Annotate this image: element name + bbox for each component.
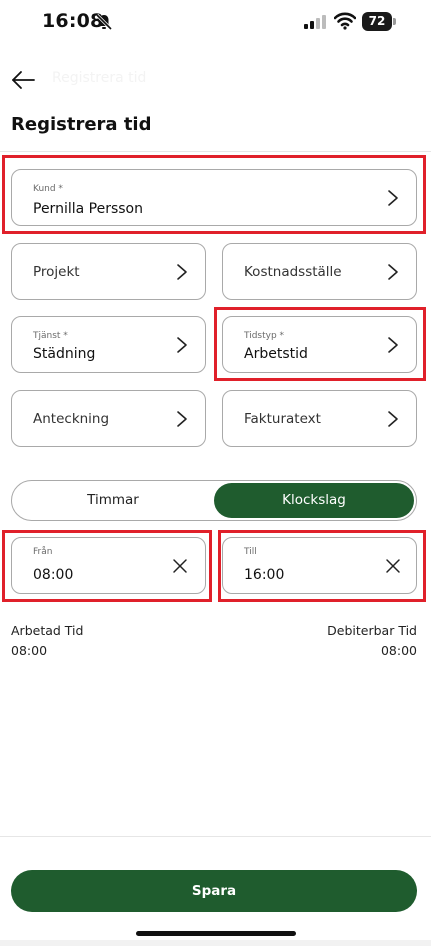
note-field[interactable]: Anteckning [11,390,206,447]
chevron-right-icon [388,264,398,280]
chevron-right-icon [388,190,398,206]
footer-divider [0,836,431,837]
note-label: Anteckning [33,411,110,427]
toggle-hours[interactable]: Timmar [14,483,212,518]
worked-time-label: Arbetad Tid [11,623,84,638]
cost-center-label: Kostnadsställe [244,264,342,280]
project-label: Projekt [33,264,80,280]
service-label: Tjänst * [33,331,68,341]
chevron-right-icon [388,337,398,353]
battery-icon: 72 [362,12,396,31]
to-time-field[interactable]: Till 16:00 [222,537,417,594]
billable-time-value: 08:00 [380,643,417,658]
time-type-value: Arbetstid [244,346,308,362]
chevron-right-icon [177,337,187,353]
close-icon[interactable] [385,558,401,574]
back-button[interactable] [8,66,38,94]
mode-toggle: Timmar Klockslag [11,480,417,521]
arrow-left-icon [12,71,35,89]
bottom-strip [0,940,431,946]
home-indicator[interactable] [136,931,296,936]
billable-time-label: Debiterbar Tid [327,623,417,638]
title-divider [0,151,431,152]
from-time-value: 08:00 [33,567,74,583]
chevron-right-icon [177,264,187,280]
worked-time-value: 08:00 [11,643,48,658]
to-time-value: 16:00 [244,567,285,583]
invoice-text-label: Fakturatext [244,411,321,427]
time-type-label: Tidstyp * [244,331,285,341]
customer-field[interactable]: Kund * Pernilla Persson [11,169,417,226]
header-ghost-title: Registrera tid [52,70,147,86]
save-button[interactable]: Spara [11,870,417,912]
wifi-icon [334,12,356,30]
cost-center-field[interactable]: Kostnadsställe [222,243,417,300]
chevron-right-icon [388,411,398,427]
customer-label: Kund * [33,184,63,194]
customer-value: Pernilla Persson [33,201,143,217]
toggle-clock-time[interactable]: Klockslag [214,483,414,518]
invoice-text-field[interactable]: Fakturatext [222,390,417,447]
battery-cap [393,18,396,25]
to-time-label: Till [244,547,257,557]
project-field[interactable]: Projekt [11,243,206,300]
service-value: Städning [33,346,96,362]
signal-icon [304,15,326,29]
close-icon[interactable] [172,558,188,574]
chevron-right-icon [177,411,187,427]
battery-level: 72 [362,12,392,31]
bell-slash-icon [95,13,113,31]
page-title: Registrera tid [11,114,152,135]
from-time-label: Från [33,547,53,557]
service-field[interactable]: Tjänst * Städning [11,316,206,373]
time-type-field[interactable]: Tidstyp * Arbetstid [222,316,417,373]
status-bar: 16:08 72 [0,0,431,46]
from-time-field[interactable]: Från 08:00 [11,537,206,594]
